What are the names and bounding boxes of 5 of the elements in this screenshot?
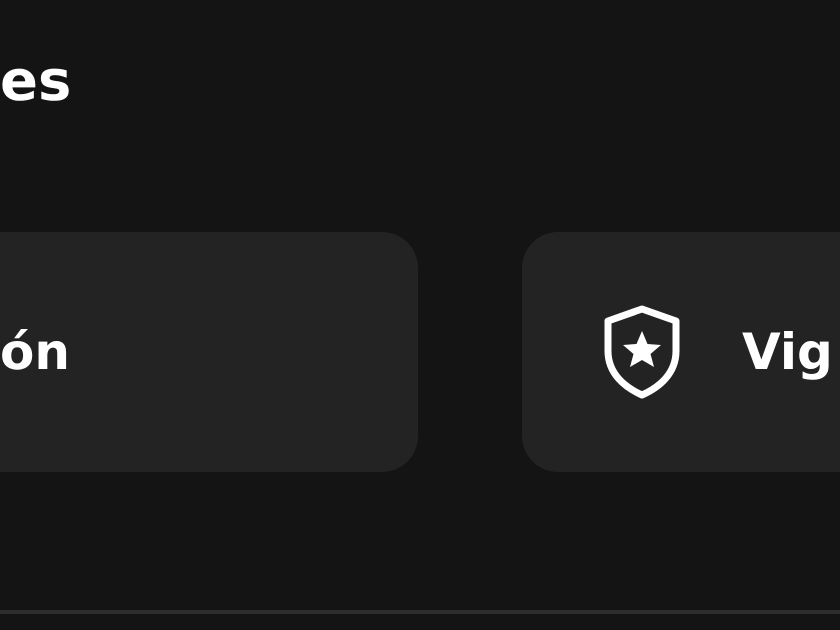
card-label: ón: [0, 327, 70, 377]
category-card[interactable]: Vig: [522, 232, 840, 472]
shield-star-icon: [602, 305, 682, 399]
section-heading: es: [0, 48, 72, 116]
category-card[interactable]: ón: [0, 232, 418, 472]
